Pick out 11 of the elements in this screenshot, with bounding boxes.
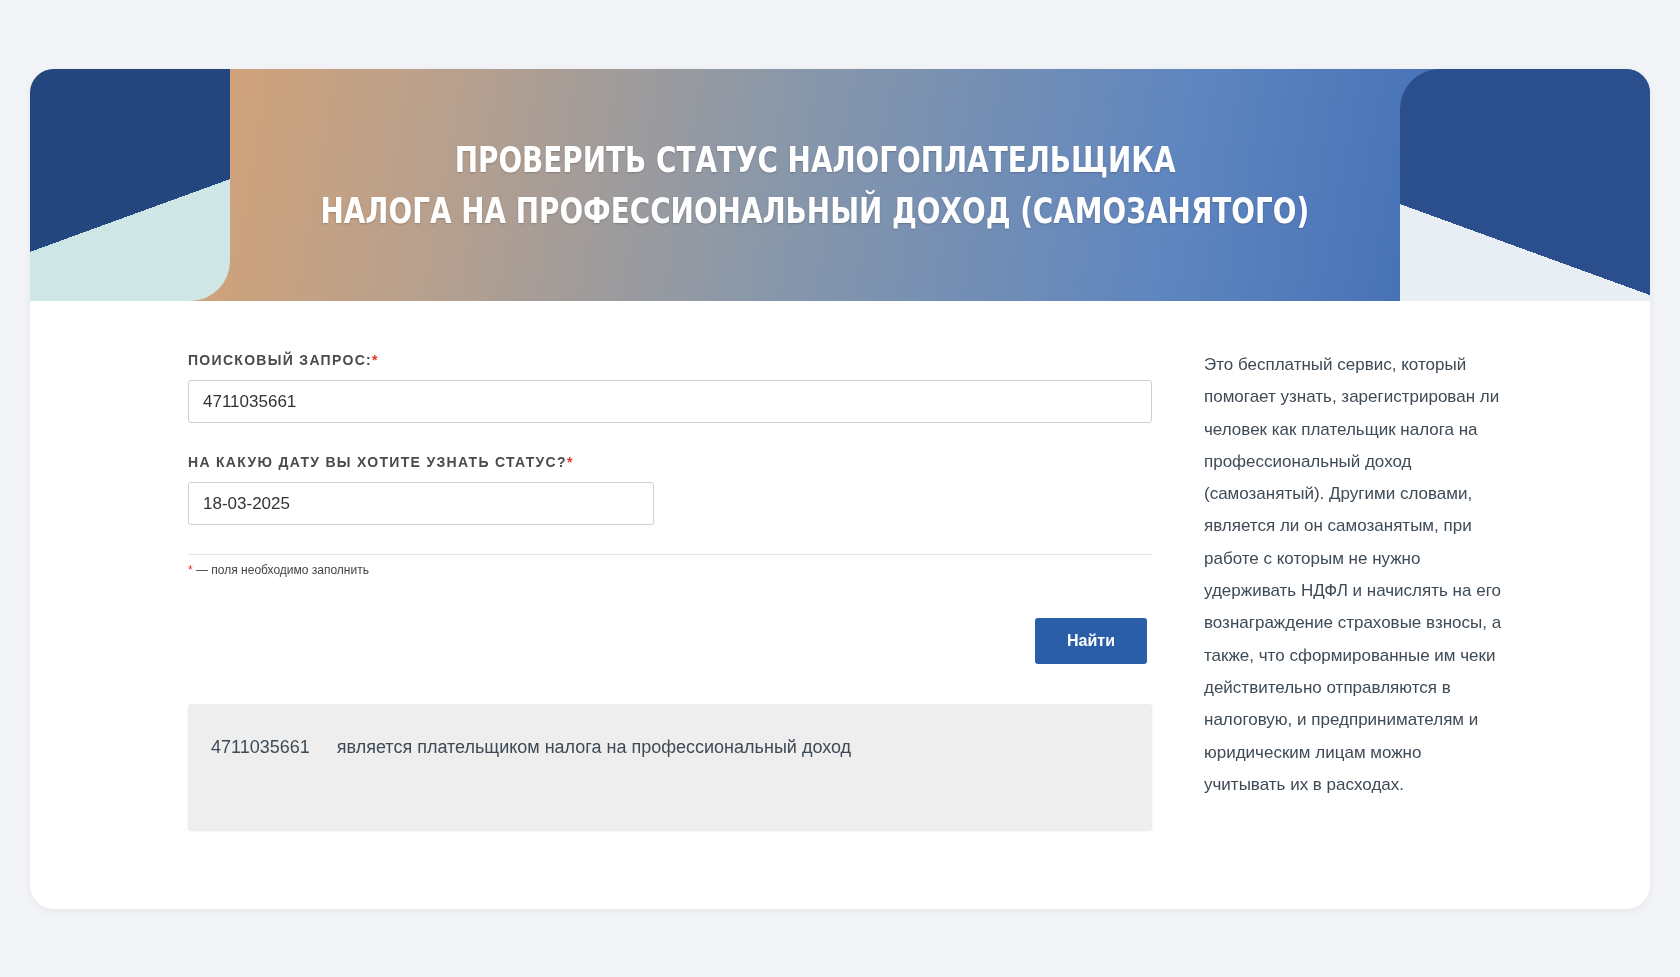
search-field[interactable]: 4711035661 (188, 380, 1152, 423)
date-field[interactable]: 18-03-2025 (188, 482, 654, 525)
result-inn: 4711035661 (211, 737, 310, 759)
field-label: ПОИСКОВЫЙ ЗАПРОС:* (188, 352, 379, 368)
banner-title: НАЛОГА НА ПРОФЕССИОНАЛЬНЫЙ ДОХОД (САМОЗАНЯТОГО) (320, 190, 1310, 231)
result-message: является плательщиком налога на профессиональный доход (336, 737, 852, 759)
service-description: Это бесплатный сервис, который помогает узнать, зарегистрирован ли человек как плательщик налога на профессиональный доход (самозанятый). Другими словами, является ли он самозанятым, при работе с которым не нужно удерживать НДФЛ и начислять на его вознаграждение страховые взносы, а также, что сформированные им чеки действительно отправляются в налоговую, и предпринимателям и юридическим лицам можно учитывать их в расходах. (1204, 354, 1503, 796)
banner-title: ПРОВЕРИТЬ СТАТУС НАЛОГОПЛАТЕЛЬЩИКА (454, 139, 1176, 180)
required-fields-note: * — поля необходимо заполнить (188, 563, 370, 577)
search-button[interactable]: Найти (1035, 618, 1147, 664)
field-label: НА КАКУЮ ДАТУ ВЫ ХОТИТЕ УЗНАТЬ СТАТУС?* (188, 454, 574, 470)
